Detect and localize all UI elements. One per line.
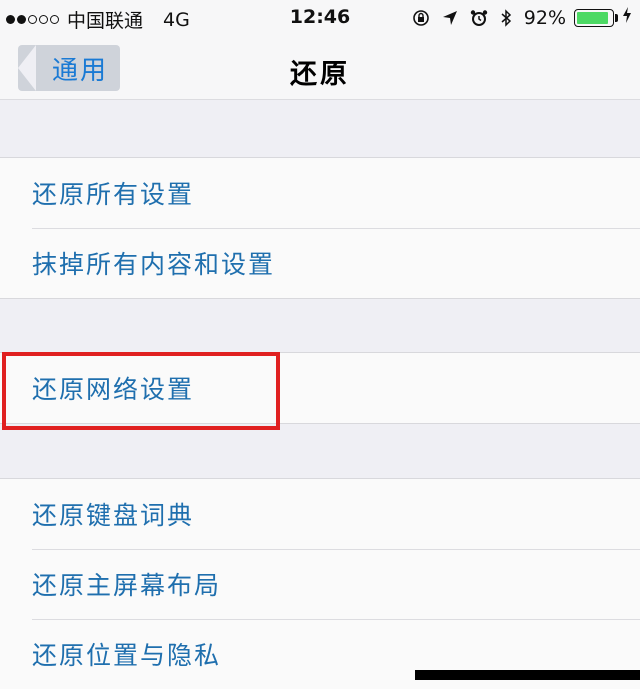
list-item-reset-all-settings[interactable]: 还原所有设置 xyxy=(0,158,640,228)
bluetooth-icon xyxy=(500,8,512,27)
list-item-label: 还原所有设置 xyxy=(32,180,195,209)
battery-percent: 92% xyxy=(523,6,566,29)
reset-section-3: 还原键盘词典 还原主屏幕布局 还原位置与隐私 xyxy=(0,478,640,689)
charging-icon xyxy=(622,6,632,29)
alarm-icon xyxy=(470,9,488,27)
bottom-edge-bar xyxy=(415,670,640,680)
battery-icon xyxy=(574,8,614,27)
status-bar: 中国联通 4G 12:46 92% xyxy=(0,0,640,40)
navigation-bar: 通用 还原 xyxy=(0,40,640,100)
list-item-reset-keyboard-dictionary[interactable]: 还原键盘词典 xyxy=(0,479,640,549)
list-item-label: 还原主屏幕布局 xyxy=(32,571,222,600)
list-item-label: 还原位置与隐私 xyxy=(32,641,222,670)
list-item-label: 还原网络设置 xyxy=(32,375,195,404)
list-item-label: 还原键盘词典 xyxy=(32,501,195,530)
list-item-reset-home-screen-layout[interactable]: 还原主屏幕布局 xyxy=(0,549,640,619)
list-item-erase-all-content[interactable]: 抹掉所有内容和设置 xyxy=(0,228,640,298)
list-item-label: 抹掉所有内容和设置 xyxy=(32,250,276,279)
orientation-lock-icon xyxy=(412,9,430,27)
battery-tip xyxy=(615,13,618,22)
list-item-reset-network-settings[interactable]: 还原网络设置 xyxy=(0,353,640,423)
battery-fill xyxy=(577,11,609,24)
status-right: 92% xyxy=(400,6,632,29)
reset-section-2: 还原网络设置 xyxy=(0,352,640,424)
page-title: 还原 xyxy=(290,59,350,90)
reset-section-1: 还原所有设置 抹掉所有内容和设置 xyxy=(0,157,640,299)
location-arrow-icon xyxy=(442,10,458,26)
